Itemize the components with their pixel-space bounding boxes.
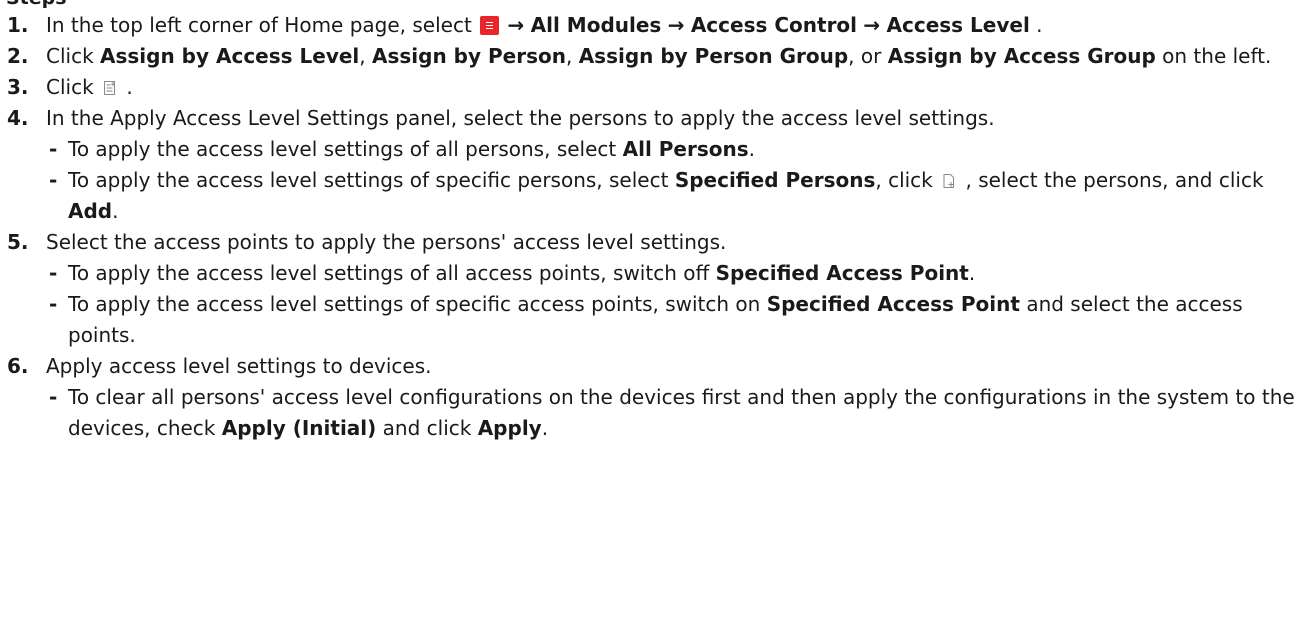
- step-3: 3. Click .: [0, 72, 1297, 103]
- step-text: Click: [46, 44, 94, 68]
- steps-list: 1. In the top left corner of Home page, s…: [0, 10, 1297, 444]
- substep-5-1: - To apply the access level settings of a…: [0, 258, 1297, 289]
- document-page: Steps 1. In the top left corner of Home p…: [0, 0, 1297, 619]
- step-2: 2. Click Assign by Access Level, Assign b…: [0, 41, 1297, 72]
- substep-text: and click: [382, 416, 472, 440]
- menu-icon: [480, 16, 500, 35]
- step-text: , or: [848, 44, 882, 68]
- bullet-dash: -: [49, 137, 58, 161]
- substep-6-1: - To clear all persons' access level conf…: [0, 382, 1297, 444]
- step-text: on the left.: [1162, 44, 1272, 68]
- substep-text: To apply the access level settings of sp…: [68, 292, 761, 316]
- step-5: 5. Select the access points to apply the …: [0, 227, 1297, 258]
- step-text: In the top left corner of Home page, sel…: [46, 13, 472, 37]
- step-number: 6.: [7, 354, 29, 378]
- step-number: 5.: [7, 230, 29, 254]
- substep-text: , select the persons, and click: [965, 168, 1264, 192]
- option-assign-by-person-group: Assign by Person Group: [578, 44, 849, 68]
- substep-text: .: [112, 199, 119, 223]
- step-text: In the Apply Access Level Settings panel…: [46, 106, 995, 130]
- bullet-dash: -: [49, 261, 58, 285]
- substep-text: , click: [875, 168, 933, 192]
- apply-settings-icon: [104, 81, 116, 95]
- step-text: Select the access points to apply the pe…: [46, 230, 727, 254]
- step-1: 1. In the top left corner of Home page, s…: [0, 10, 1297, 41]
- substep-text: To apply the access level settings of al…: [68, 137, 617, 161]
- menu-path-all-modules: All Modules: [530, 13, 662, 37]
- arrow: →: [667, 13, 685, 37]
- step-number: 4.: [7, 106, 29, 130]
- option-apply-initial: Apply (Initial): [221, 416, 377, 440]
- substep-text: To apply the access level settings of al…: [68, 261, 710, 285]
- menu-path-access-level: Access Level: [886, 13, 1030, 37]
- option-specified-persons: Specified Persons: [674, 168, 876, 192]
- bullet-dash: -: [49, 385, 58, 409]
- substep-text: .: [748, 137, 755, 161]
- substep-4-1: - To apply the access level settings of a…: [0, 134, 1297, 165]
- button-label-apply: Apply: [477, 416, 542, 440]
- bullet-dash: -: [49, 168, 58, 192]
- add-person-icon: [943, 174, 955, 188]
- menu-path-access-control: Access Control: [690, 13, 858, 37]
- option-assign-by-access-level: Assign by Access Level: [100, 44, 360, 68]
- option-specified-access-point: Specified Access Point: [766, 292, 1020, 316]
- step-number: 2.: [7, 44, 29, 68]
- step-6: 6. Apply access level settings to devices…: [0, 351, 1297, 382]
- substep-text: .: [968, 261, 976, 285]
- substep-text: To apply the access level settings of sp…: [68, 168, 669, 192]
- substep-4-2: - To apply the access level settings of s…: [0, 165, 1297, 227]
- step-text: ,: [565, 44, 573, 68]
- bullet-dash: -: [49, 292, 58, 316]
- step-4: 4. In the Apply Access Level Settings pan…: [0, 103, 1297, 134]
- button-label-add: Add: [68, 199, 113, 223]
- step-text: ,: [359, 44, 366, 68]
- section-heading: Steps: [6, 0, 67, 10]
- step-text: .: [1036, 13, 1043, 37]
- option-assign-by-access-group: Assign by Access Group: [887, 44, 1156, 68]
- arrow: →: [507, 13, 525, 37]
- step-number: 1.: [7, 13, 29, 37]
- step-number: 3.: [7, 75, 29, 99]
- step-text: Apply access level settings to devices.: [46, 354, 432, 378]
- option-specified-access-point: Specified Access Point: [715, 261, 969, 285]
- substep-5-2: - To apply the access level settings of s…: [0, 289, 1297, 351]
- step-text: Click: [46, 75, 94, 99]
- arrow: →: [863, 13, 881, 37]
- step-text: .: [126, 75, 133, 99]
- substep-text: .: [541, 416, 549, 440]
- option-all-persons: All Persons: [622, 137, 749, 161]
- option-assign-by-person: Assign by Person: [372, 44, 566, 68]
